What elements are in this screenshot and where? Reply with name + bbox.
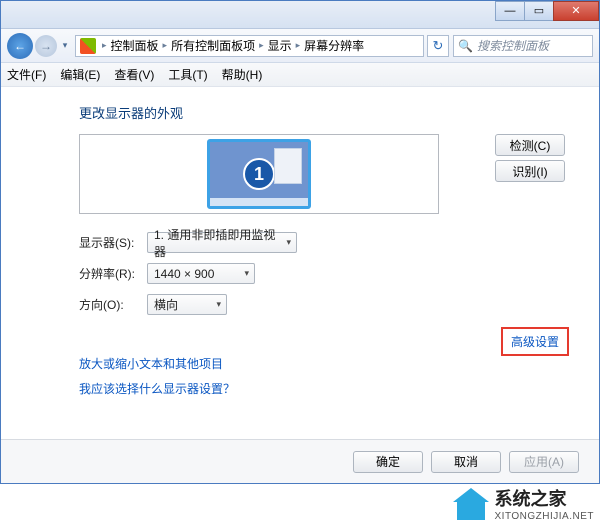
caret-down-icon: ▾ bbox=[286, 237, 291, 248]
breadcrumb-segment[interactable]: 屏幕分辨率 bbox=[304, 37, 364, 54]
control-panel-window: — ▭ ✕ ← → ▾ ▸ 控制面板 ▸ 所有控制面板项 ▸ 显示 ▸ 屏幕分辨… bbox=[0, 0, 600, 484]
menu-help[interactable]: 帮助(H) bbox=[222, 66, 263, 83]
control-panel-icon bbox=[80, 38, 96, 54]
watermark-url: XITONGZHIJIA.NET bbox=[495, 511, 595, 522]
monitor-window-icon bbox=[274, 148, 302, 184]
window-controls: — ▭ ✕ bbox=[496, 1, 599, 21]
detect-button[interactable]: 检测(C) bbox=[495, 134, 565, 156]
orientation-label: 方向(O): bbox=[79, 296, 147, 313]
display-select[interactable]: 1. 通用非即插即用监视器 ▾ bbox=[147, 232, 297, 253]
back-arrow-icon: ← bbox=[14, 39, 26, 53]
watermark-logo-icon bbox=[453, 488, 489, 520]
resolution-row: 分辨率(R): 1440 × 900 ▾ bbox=[79, 263, 575, 284]
search-input[interactable]: 🔍 搜索控制面板 bbox=[453, 35, 593, 57]
nav-toolbar: ← → ▾ ▸ 控制面板 ▸ 所有控制面板项 ▸ 显示 ▸ 屏幕分辨率 ↻ 🔍 … bbox=[1, 29, 599, 63]
history-dropdown[interactable]: ▾ bbox=[59, 40, 71, 51]
breadcrumb-arrow-icon: ▸ bbox=[102, 40, 107, 51]
back-button[interactable]: ← bbox=[7, 33, 33, 59]
page-title: 更改显示器的外观 bbox=[79, 103, 575, 122]
breadcrumb-segment[interactable]: 显示 bbox=[268, 37, 292, 54]
resolution-select-value: 1440 × 900 bbox=[154, 267, 214, 281]
refresh-icon: ↻ bbox=[433, 38, 444, 54]
content-area: 更改显示器的外观 1 检测(C) 识别(I) 显示器(S): 1. 通用非即插即… bbox=[1, 87, 599, 439]
caret-down-icon: ▾ bbox=[244, 268, 249, 279]
maximize-button[interactable]: ▭ bbox=[524, 1, 554, 21]
titlebar[interactable]: — ▭ ✕ bbox=[1, 1, 599, 29]
menu-file[interactable]: 文件(F) bbox=[7, 66, 46, 83]
identify-button[interactable]: 识别(I) bbox=[495, 160, 565, 182]
watermark: 系统之家 XITONGZHIJIA.NET bbox=[453, 485, 595, 522]
close-button[interactable]: ✕ bbox=[553, 1, 599, 21]
display-label: 显示器(S): bbox=[79, 234, 147, 251]
forward-arrow-icon: → bbox=[40, 39, 52, 53]
orientation-select-value: 横向 bbox=[154, 296, 178, 313]
forward-button[interactable]: → bbox=[35, 35, 57, 57]
resolution-label: 分辨率(R): bbox=[79, 265, 147, 282]
orientation-row: 方向(O): 横向 ▾ bbox=[79, 294, 575, 315]
breadcrumb-segment[interactable]: 所有控制面板项 bbox=[171, 37, 255, 54]
footer-links: 放大或缩小文本和其他项目 我应该选择什么显示器设置？ bbox=[79, 355, 575, 397]
ok-button[interactable]: 确定 bbox=[353, 451, 423, 473]
cancel-button[interactable]: 取消 bbox=[431, 451, 501, 473]
search-placeholder-text: 搜索控制面板 bbox=[477, 37, 549, 54]
watermark-name: 系统之家 bbox=[495, 485, 595, 511]
advanced-settings-link[interactable]: 高级设置 bbox=[501, 327, 569, 356]
display-select-value: 1. 通用非即插即用监视器 bbox=[154, 226, 278, 260]
text-size-link[interactable]: 放大或缩小文本和其他项目 bbox=[79, 355, 575, 372]
breadcrumb-arrow-icon: ▸ bbox=[163, 40, 168, 51]
display-help-link[interactable]: 我应该选择什么显示器设置？ bbox=[79, 380, 575, 397]
monitor-icon[interactable]: 1 bbox=[207, 139, 311, 209]
monitor-taskbar-icon bbox=[210, 198, 308, 206]
menu-bar: 文件(F) 编辑(E) 查看(V) 工具(T) 帮助(H) bbox=[1, 63, 599, 87]
settings-form: 显示器(S): 1. 通用非即插即用监视器 ▾ 分辨率(R): 1440 × 9… bbox=[79, 232, 575, 315]
caret-down-icon: ▾ bbox=[216, 299, 221, 310]
preview-buttons: 检测(C) 识别(I) bbox=[495, 134, 565, 182]
menu-edit[interactable]: 编辑(E) bbox=[60, 66, 100, 83]
search-icon: 🔍 bbox=[458, 39, 473, 53]
orientation-select[interactable]: 横向 ▾ bbox=[147, 294, 227, 315]
minimize-button[interactable]: — bbox=[495, 1, 525, 21]
breadcrumb-arrow-icon: ▸ bbox=[296, 40, 301, 51]
refresh-button[interactable]: ↻ bbox=[427, 35, 449, 57]
address-bar[interactable]: ▸ 控制面板 ▸ 所有控制面板项 ▸ 显示 ▸ 屏幕分辨率 bbox=[75, 35, 424, 57]
display-preview-row: 1 检测(C) 识别(I) bbox=[79, 134, 565, 214]
apply-button[interactable]: 应用(A) bbox=[509, 451, 579, 473]
resolution-select[interactable]: 1440 × 900 ▾ bbox=[147, 263, 255, 284]
display-preview-box[interactable]: 1 bbox=[79, 134, 439, 214]
breadcrumb-arrow-icon: ▸ bbox=[259, 40, 264, 51]
monitor-number-badge: 1 bbox=[243, 158, 275, 190]
bottom-button-bar: 确定 取消 应用(A) bbox=[1, 439, 599, 483]
menu-tools[interactable]: 工具(T) bbox=[168, 66, 207, 83]
breadcrumb-segment[interactable]: 控制面板 bbox=[111, 37, 159, 54]
menu-view[interactable]: 查看(V) bbox=[114, 66, 154, 83]
display-row: 显示器(S): 1. 通用非即插即用监视器 ▾ bbox=[79, 232, 575, 253]
